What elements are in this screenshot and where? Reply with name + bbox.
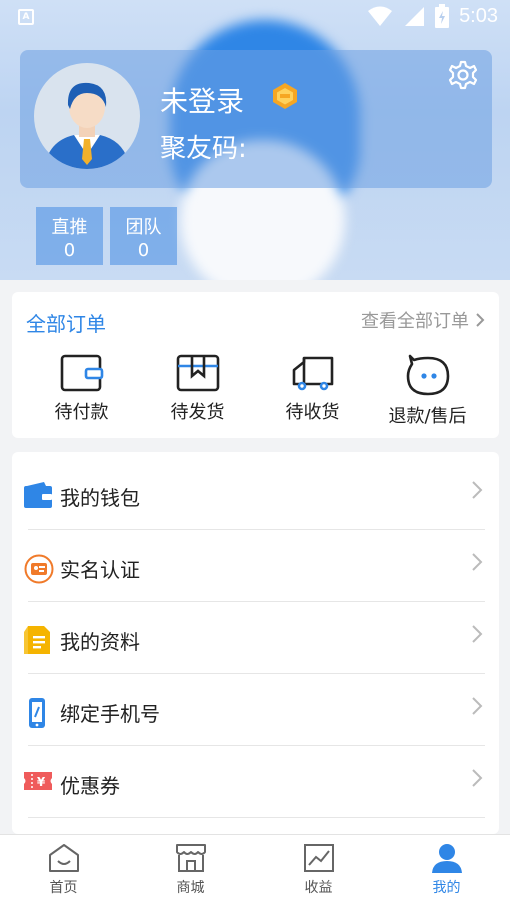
settings-menu: 我的钱包 实名认证 我的资料 绑定手机号 ¥ 优惠券 xyxy=(12,452,499,834)
view-all-orders-label: 查看全部订单 xyxy=(361,311,469,332)
tab-home[interactable]: 首页 xyxy=(0,843,127,897)
tab-label: 收益 xyxy=(304,880,333,896)
menu-label: 绑定手机号 xyxy=(60,702,160,726)
tab-label: 商城 xyxy=(176,880,205,896)
battery-icon xyxy=(435,4,450,28)
order-pending-payment[interactable]: 待付款 xyxy=(24,354,139,424)
order-label: 待发货 xyxy=(170,402,225,423)
stat-team[interactable]: 团队 0 xyxy=(110,207,177,265)
stat-value: 0 xyxy=(63,240,76,261)
order-pending-receipt[interactable]: 待收货 xyxy=(255,354,370,424)
app-notification-icon: A xyxy=(18,9,34,25)
order-label: 待收货 xyxy=(285,402,340,423)
truck-icon xyxy=(292,356,333,391)
view-all-orders-link[interactable]: 查看全部订单 xyxy=(361,307,485,333)
divider xyxy=(28,817,485,818)
home-icon xyxy=(48,844,79,872)
service-icon xyxy=(406,354,449,396)
order-label: 待付款 xyxy=(54,402,109,423)
tab-label: 我的 xyxy=(432,880,461,896)
chart-icon xyxy=(303,844,334,872)
menu-item-coupons[interactable]: ¥ 优惠券 xyxy=(12,746,499,818)
stat-label: 直推 xyxy=(51,217,88,238)
id-card-icon xyxy=(24,554,54,584)
stat-value: 0 xyxy=(137,240,150,261)
menu-item-wallet[interactable]: 我的钱包 xyxy=(12,458,499,530)
wallet-icon xyxy=(24,482,52,508)
stat-label: 团队 xyxy=(125,217,162,238)
tab-mine[interactable]: 我的 xyxy=(383,843,510,897)
user-name[interactable]: 未登录 xyxy=(160,80,244,120)
avatar-person-icon xyxy=(44,82,130,169)
phone-icon xyxy=(29,698,45,728)
tab-store[interactable]: 商城 xyxy=(127,843,254,897)
wifi-icon xyxy=(368,6,393,26)
order-refund-after-sales[interactable]: 退款/售后 xyxy=(370,354,485,428)
user-icon xyxy=(431,844,462,873)
menu-label: 我的资料 xyxy=(60,630,140,654)
order-pending-shipment[interactable]: 待发货 xyxy=(140,354,255,424)
referral-code-label: 聚友码: xyxy=(160,134,247,164)
menu-label: 我的钱包 xyxy=(60,486,140,510)
settings-gear-icon[interactable] xyxy=(448,60,478,90)
wallet-icon xyxy=(60,354,103,392)
menu-label: 实名认证 xyxy=(60,558,140,582)
signal-icon xyxy=(405,7,425,26)
orders-card: 全部订单 查看全部订单 待付款 待发货 待收货 退款/售后 xyxy=(12,292,499,438)
chevron-right-icon xyxy=(472,697,483,715)
document-icon xyxy=(24,626,50,654)
box-icon xyxy=(176,354,219,392)
stat-direct-referrals[interactable]: 直推 0 xyxy=(36,207,103,265)
clock: 5:03 xyxy=(459,4,498,27)
order-label: 退款/售后 xyxy=(388,406,467,427)
svg-text:¥: ¥ xyxy=(37,775,46,789)
menu-label: 优惠券 xyxy=(60,774,120,798)
store-icon xyxy=(175,844,206,872)
all-orders-title: 全部订单 xyxy=(26,312,106,336)
vip-badge-icon xyxy=(273,83,297,109)
menu-item-real-name[interactable]: 实名认证 xyxy=(12,530,499,602)
bottom-tab-bar: 首页 商城 收益 我的 xyxy=(0,834,510,906)
chevron-right-icon xyxy=(476,313,485,327)
chevron-right-icon xyxy=(472,481,483,499)
status-bar: A 5:03 xyxy=(0,0,510,36)
chevron-right-icon xyxy=(472,553,483,571)
chevron-right-icon xyxy=(472,769,483,787)
coupon-icon: ¥ xyxy=(24,772,52,790)
chevron-right-icon xyxy=(472,625,483,643)
avatar[interactable] xyxy=(34,63,140,169)
menu-item-profile-info[interactable]: 我的资料 xyxy=(12,602,499,674)
tab-earnings[interactable]: 收益 xyxy=(255,843,382,897)
tab-label: 首页 xyxy=(49,880,78,896)
menu-item-bind-phone[interactable]: 绑定手机号 xyxy=(12,674,499,746)
